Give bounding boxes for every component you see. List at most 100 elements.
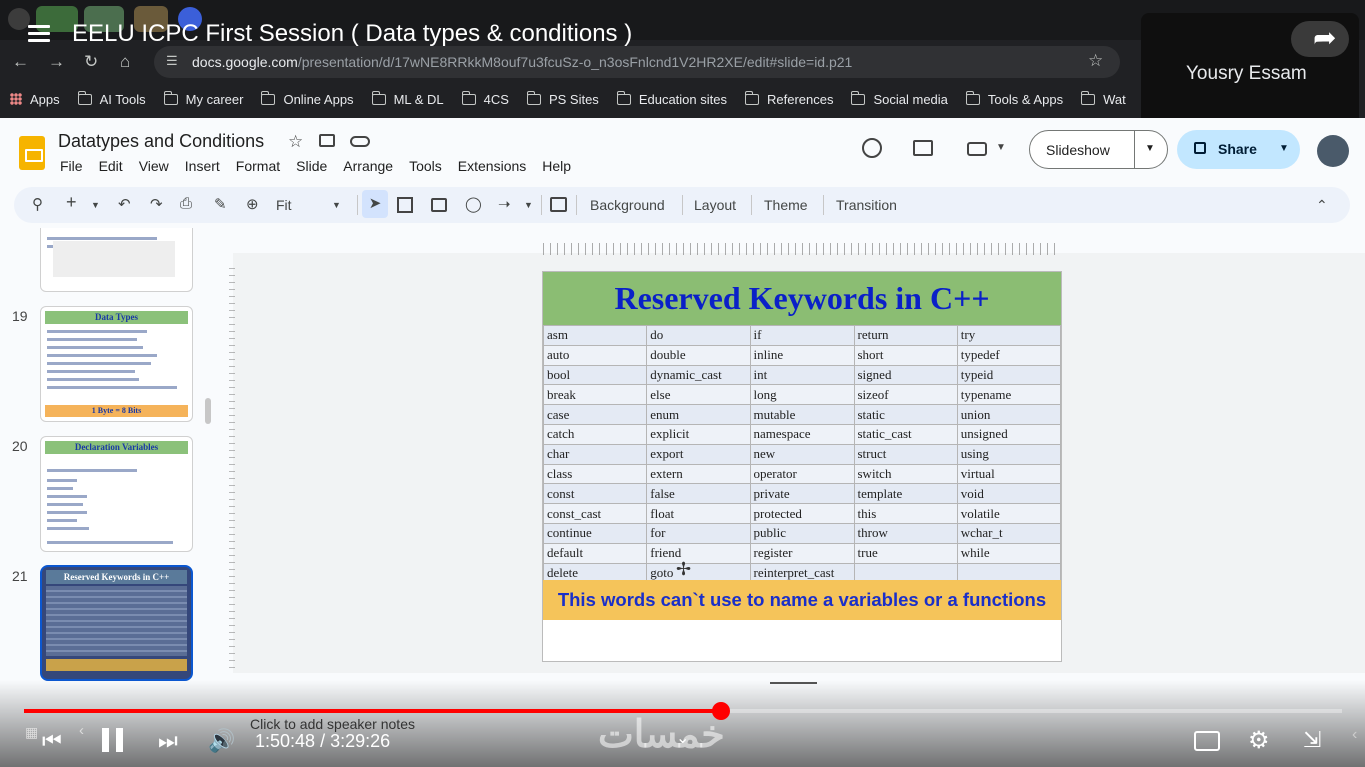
settings-gear-icon[interactable]: ⚙	[1248, 726, 1270, 755]
bookmark-ai-tools[interactable]: AI Tools	[77, 90, 146, 107]
folder-icon	[851, 90, 866, 105]
table-row: bool dynamic_cast int signed typeid	[542, 364, 1062, 386]
menu-tools[interactable]: Tools	[409, 158, 442, 174]
bookmark-references[interactable]: References	[744, 90, 833, 107]
bookmark-social-media[interactable]: Social media	[851, 90, 948, 107]
theme-button[interactable]: Theme	[764, 197, 808, 213]
bookmark-ml-dl[interactable]: ML & DL	[371, 90, 444, 107]
bookmark-education-sites[interactable]: Education sites	[616, 90, 727, 107]
slide-thumbnail-19[interactable]: Data Types 1 Byte = 8 Bits	[40, 306, 193, 422]
cloud-status-icon[interactable]	[350, 136, 370, 147]
menu-insert[interactable]: Insert	[185, 158, 220, 174]
meet-dropdown-icon[interactable]: ▼	[996, 142, 1006, 153]
menu-icon[interactable]	[28, 25, 50, 43]
grid-icon[interactable]: ▦	[25, 724, 38, 741]
menu-help[interactable]: Help	[542, 158, 571, 174]
exit-fullscreen-icon[interactable]: ⇲	[1303, 727, 1321, 753]
bookmark-ps-sites[interactable]: PS Sites	[526, 90, 599, 107]
bookmark-online-apps[interactable]: Online Apps	[261, 90, 354, 107]
share-arrow-icon[interactable]: ➦	[1313, 21, 1336, 54]
add-comment-icon[interactable]	[550, 197, 567, 212]
print-icon[interactable]: ⎙	[180, 195, 192, 212]
progress-bar[interactable]	[24, 702, 1342, 720]
slide-note-bar[interactable]: This words can`t use to name a variables…	[543, 580, 1061, 620]
share-button[interactable]: Share ▼	[1177, 130, 1300, 169]
bookmark-wat[interactable]: Wat	[1081, 90, 1126, 107]
slide-canvas[interactable]: Reserved Keywords in C++ asm do if return tr…	[542, 271, 1062, 662]
select-cursor-icon[interactable]: ➤	[362, 190, 388, 218]
slide-thumbnail-18[interactable]	[40, 228, 193, 292]
slideshow-dropdown-icon[interactable]: ▼	[1145, 143, 1155, 154]
search-menus-icon[interactable]: ⚲	[32, 195, 43, 213]
filmstrip-scrollbar[interactable]	[205, 398, 211, 424]
zoom-dropdown-icon[interactable]: ▼	[332, 200, 341, 210]
star-icon[interactable]: ☆	[288, 132, 303, 152]
side-panel-chevron-icon[interactable]: ‹	[1352, 726, 1357, 744]
comments-icon[interactable]	[913, 140, 933, 156]
layout-button[interactable]: Layout	[694, 197, 736, 213]
keyword-cell: inline	[749, 344, 855, 366]
bookmark-my-career[interactable]: My career	[163, 90, 243, 107]
keyword-cell: do	[646, 325, 751, 346]
menu-extensions[interactable]: Extensions	[458, 158, 526, 174]
expand-chevron-icon[interactable]: ⌄	[676, 728, 689, 748]
volume-icon[interactable]: 🔊	[208, 728, 235, 754]
tab-search-icon[interactable]	[8, 8, 30, 30]
keyword-cell: else	[646, 384, 751, 406]
text-box-icon[interactable]	[397, 197, 413, 213]
home-icon[interactable]: ⌂	[120, 52, 130, 72]
meet-camera-icon[interactable]	[967, 142, 987, 156]
bookmark-apps[interactable]: Apps	[10, 92, 60, 107]
menu-view[interactable]: View	[139, 158, 169, 174]
undo-icon[interactable]: ↶	[118, 195, 131, 213]
site-info-icon[interactable]: ☰	[166, 53, 178, 69]
transition-button[interactable]: Transition	[836, 197, 897, 213]
zoom-select[interactable]: Fit	[276, 197, 292, 213]
new-slide-icon[interactable]: +	[66, 192, 77, 213]
collapse-toolbar-icon[interactable]: ⌃	[1316, 197, 1328, 214]
bookmark-tools-apps[interactable]: Tools & Apps	[965, 90, 1063, 107]
paint-format-icon[interactable]: ✎	[214, 195, 227, 213]
line-dropdown-icon[interactable]: ▼	[524, 200, 533, 210]
image-icon[interactable]	[431, 198, 447, 212]
bookmark-star-icon[interactable]: ☆	[1088, 51, 1103, 71]
slides-logo-icon[interactable]	[19, 136, 45, 170]
version-history-icon[interactable]	[862, 138, 882, 158]
slideshow-button[interactable]: Slideshow ▼	[1029, 130, 1168, 169]
line-icon[interactable]: ➝	[498, 195, 511, 213]
menu-edit[interactable]: Edit	[99, 158, 123, 174]
reload-icon[interactable]: ↻	[84, 52, 98, 72]
speaker-notes-placeholder[interactable]: Click to add speaker notes	[250, 716, 415, 732]
menu-format[interactable]: Format	[236, 158, 280, 174]
zoom-icon[interactable]: ⊕	[246, 195, 259, 213]
subtitles-icon[interactable]	[1194, 731, 1220, 751]
address-bar[interactable]: ☰ docs.google.com/presentation/d/17wNE8R…	[154, 46, 1120, 78]
keywords-table[interactable]: asm do if return try auto double inline short typ…	[542, 325, 1062, 584]
avatar[interactable]	[1317, 135, 1349, 167]
next-video-icon[interactable]: ⏭	[158, 728, 178, 754]
background-button[interactable]: Background	[590, 197, 665, 213]
keyword-cell: case	[542, 404, 648, 425]
shape-icon[interactable]: ◯	[465, 195, 482, 213]
forward-icon[interactable]: →	[48, 52, 65, 72]
toolbar-divider	[751, 195, 752, 215]
move-folder-icon[interactable]	[319, 134, 335, 147]
menu-arrange[interactable]: Arrange	[343, 158, 393, 174]
redo-icon[interactable]: ↷	[150, 195, 163, 213]
prev-slide-chevron-icon[interactable]: ‹	[79, 722, 84, 739]
menu-file[interactable]: File	[60, 158, 83, 174]
slide-thumbnail-20[interactable]: Declaration Variables	[40, 436, 193, 552]
bookmarks-bar: Apps AI Tools My career Online Apps ML &…	[10, 88, 1144, 110]
pause-icon[interactable]	[102, 728, 124, 752]
back-icon[interactable]: ←	[12, 52, 29, 72]
slide-thumbnail-21-selected[interactable]: Reserved Keywords in C++	[40, 565, 193, 681]
previous-video-icon[interactable]: ⏮	[42, 728, 62, 754]
new-slide-dropdown-icon[interactable]: ▼	[91, 200, 100, 210]
document-title[interactable]: Datatypes and Conditions	[58, 131, 264, 152]
keyword-cell: new	[749, 443, 855, 465]
menu-slide[interactable]: Slide	[296, 158, 327, 174]
slide-title[interactable]: Reserved Keywords in C++	[543, 272, 1061, 325]
share-dropdown-icon[interactable]: ▼	[1279, 143, 1289, 154]
bookmark-4cs[interactable]: 4CS	[461, 90, 509, 107]
horizontal-ruler	[543, 243, 1061, 255]
